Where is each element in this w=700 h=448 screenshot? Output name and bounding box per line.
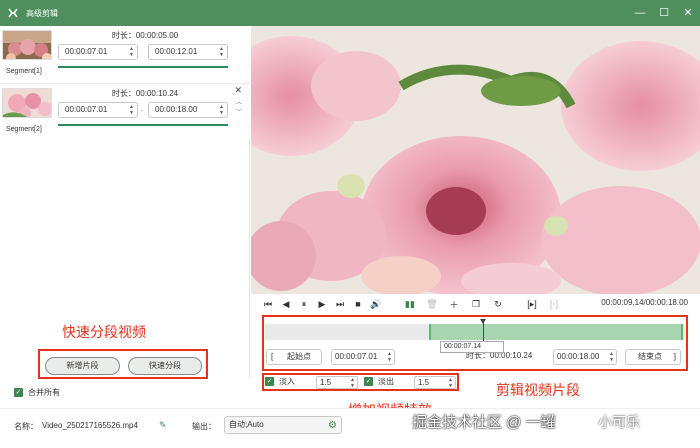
file-name: Video_250217165526.mp4 bbox=[42, 421, 138, 430]
spinner-icon[interactable]: ▲ ▼ bbox=[129, 46, 134, 58]
skip-start-icon[interactable]: ⏮ bbox=[261, 297, 275, 311]
segment-end-value: 00:00:18.00 bbox=[155, 105, 198, 114]
preview-image bbox=[251, 26, 700, 294]
edit-name-icon[interactable]: ✎ bbox=[159, 420, 167, 431]
segment-thumbnail bbox=[2, 30, 52, 60]
spinner-icon[interactable]: ▲ ▼ bbox=[448, 377, 453, 389]
volume-icon[interactable]: 🔊 bbox=[369, 297, 383, 311]
fade-in-value: 1.5 bbox=[320, 378, 332, 387]
step-back-icon[interactable]: ◀ bbox=[279, 297, 293, 311]
spinner-icon[interactable]: ▲ ▼ bbox=[129, 104, 134, 116]
timeline-selection[interactable] bbox=[428, 324, 683, 340]
maximize-icon[interactable]: ☐ bbox=[658, 7, 670, 19]
segment-thumbnail bbox=[2, 88, 52, 118]
set-end-button[interactable]: 结束点 ] bbox=[625, 349, 681, 365]
player-toolbar: ⏮ ◀ ⏸ ▶ ⏭ ■ 🔊 ▮▮ 🗑 ＋ ❐ ↻ [▸] [▫] 00:00:0… bbox=[251, 294, 700, 314]
segment-label: Segment[2] bbox=[6, 126, 42, 133]
checkbox-check-icon[interactable]: ✓ bbox=[364, 377, 373, 386]
trim-end-value: 00:00:18.00 bbox=[557, 352, 600, 361]
mark-in-icon[interactable]: [▸] bbox=[525, 297, 539, 311]
fade-out-label: 淡出 bbox=[378, 377, 394, 386]
title-bar: 高级剪辑 — ☐ ✕ bbox=[0, 0, 700, 26]
segment-start-input[interactable]: 00:00:07.01 ▲ ▼ bbox=[58, 44, 138, 60]
stop-icon[interactable]: ■ bbox=[351, 297, 365, 311]
fade-in-input[interactable]: 1.5 ▲ ▼ bbox=[316, 376, 358, 389]
gear-icon[interactable]: ⚙ bbox=[328, 418, 337, 434]
segment-duration: 时长：00:00:10.24 bbox=[111, 89, 179, 98]
end-label: 结束点 bbox=[638, 352, 662, 361]
segment-end-input[interactable]: 00:00:18.00 ▲ ▼ bbox=[148, 102, 228, 118]
start-label: 起始点 bbox=[287, 352, 311, 361]
video-preview[interactable] bbox=[251, 26, 700, 294]
segment-start-value: 00:00:07.01 bbox=[65, 47, 108, 56]
fade-out-value: 1.5 bbox=[418, 378, 430, 387]
output-label: 输出： bbox=[192, 422, 216, 431]
fade-out-checkbox[interactable]: ✓ 淡出 bbox=[364, 376, 394, 387]
segment-progress bbox=[58, 124, 228, 126]
quick-split-annotation: 快速分段视频 bbox=[62, 324, 146, 340]
checkbox-check-icon[interactable]: ✓ bbox=[14, 388, 23, 397]
fast-split-button[interactable]: 快速分段 bbox=[128, 357, 202, 375]
delete-segment-icon[interactable]: ✕ bbox=[234, 85, 242, 96]
skip-end-icon[interactable]: ⏭ bbox=[333, 297, 347, 311]
close-icon[interactable]: ✕ bbox=[682, 7, 694, 19]
segment-item[interactable]: Segment[2] 时长：00:00:10.24 00:00:07.01 ▲ ▼ … bbox=[0, 83, 250, 139]
fade-in-label: 淡入 bbox=[279, 377, 295, 386]
segment-end-input[interactable]: 00:00:12.01 ▲ ▼ bbox=[148, 44, 228, 60]
segment-progress bbox=[58, 66, 228, 68]
trim-end-input[interactable]: 00:00:18.00 ▲ ▼ bbox=[553, 349, 617, 365]
output-value: 自动;Auto bbox=[229, 420, 264, 429]
spinner-icon[interactable]: ▲ ▼ bbox=[219, 46, 224, 58]
playhead-handle[interactable] bbox=[480, 319, 487, 324]
fade-in-checkbox[interactable]: ✓ 淡入 bbox=[265, 376, 295, 387]
minimize-icon[interactable]: — bbox=[634, 7, 646, 19]
watermark-text: 掘金技术社区 @ 一罐 bbox=[412, 414, 556, 431]
name-label: 名称： bbox=[14, 422, 38, 431]
checkbox-check-icon[interactable]: ✓ bbox=[265, 377, 274, 386]
trim-start-value: 00:00:07.01 bbox=[335, 352, 378, 361]
merge-all-label: 合并所有 bbox=[28, 388, 60, 397]
segment-end-value: 00:00:12.01 bbox=[155, 47, 198, 56]
mark-out-icon[interactable]: [▫] bbox=[547, 297, 561, 311]
spinner-icon[interactable]: ▲ ▼ bbox=[609, 351, 614, 363]
set-start-button[interactable]: [ 起始点 bbox=[266, 349, 322, 365]
split-icon[interactable]: ▮▮ bbox=[403, 297, 417, 311]
merge-all-checkbox[interactable]: ✓ 合并所有 bbox=[14, 387, 60, 398]
pause-icon[interactable]: ⏸ bbox=[297, 297, 311, 311]
player-time: 00:00:09.14/00:00:18.00 bbox=[601, 298, 688, 307]
spinner-icon[interactable]: ▲ ▼ bbox=[219, 104, 224, 116]
fade-out-input[interactable]: 1.5 ▲ ▼ bbox=[414, 376, 456, 389]
segment-start-input[interactable]: 00:00:07.01 ▲ ▼ bbox=[58, 102, 138, 118]
reset-icon[interactable]: ↻ bbox=[491, 297, 505, 311]
bracket-right-icon: ] bbox=[673, 352, 676, 361]
range-dash: - bbox=[140, 106, 143, 115]
segment-duration: 时长：00:00:05.00 bbox=[111, 31, 179, 40]
output-select[interactable]: 自动;Auto ⚙ bbox=[224, 416, 342, 434]
clip-segment-annotation: 剪辑视频片段 bbox=[496, 382, 580, 398]
delete-icon[interactable]: 🗑 bbox=[425, 297, 439, 311]
bracket-left-icon: [ bbox=[271, 352, 274, 361]
app-logo-icon bbox=[6, 6, 20, 20]
segment-label: Segment[1] bbox=[6, 68, 42, 75]
copy-icon[interactable]: ❐ bbox=[469, 297, 483, 311]
playhead-tooltip: 00:00:07.14 bbox=[440, 341, 504, 353]
window-title: 高级剪辑 bbox=[26, 8, 58, 18]
trim-start-input[interactable]: 00:00:07.01 ▲ ▼ bbox=[331, 349, 395, 365]
segment-start-value: 00:00:07.01 bbox=[65, 105, 108, 114]
segment-item[interactable]: Segment[1] 时长：00:00:05.00 00:00:07.01 ▲ ▼ … bbox=[0, 26, 250, 82]
watermark-logo: 小可乐 bbox=[598, 414, 640, 430]
step-forward-icon[interactable]: ▶ bbox=[315, 297, 329, 311]
spinner-icon[interactable]: ▲ ▼ bbox=[387, 351, 392, 363]
reorder-arrows-icon[interactable]: ︿ ﹀ bbox=[236, 98, 242, 118]
add-segment-button[interactable]: 新增片段 bbox=[45, 357, 120, 375]
add-icon[interactable]: ＋ bbox=[447, 297, 461, 311]
spinner-icon[interactable]: ▲ ▼ bbox=[350, 377, 355, 389]
